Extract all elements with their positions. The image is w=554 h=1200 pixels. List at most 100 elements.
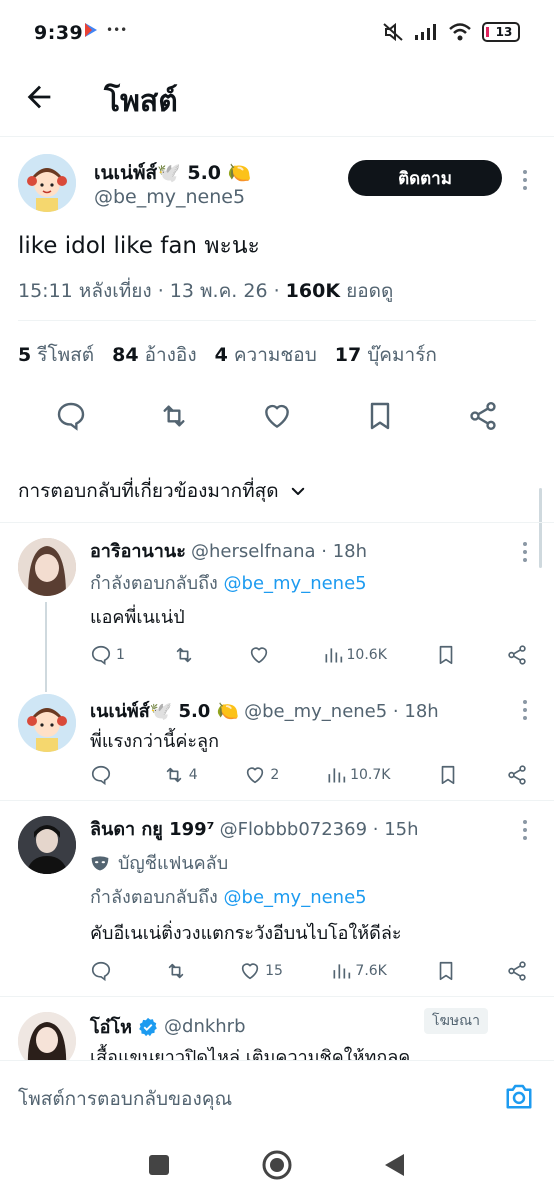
like-icon xyxy=(241,963,259,980)
replying-to: กำลังตอบกลับถึง @be_my_nene5 xyxy=(90,573,367,594)
reply-text: คับอีเนเน่ติ่งวงแตกระวังอีบนไบโอให้ดีล่ะ xyxy=(90,923,402,944)
reply-author-name[interactable]: เนเน่พ์ส์🕊️ 5.0 🍋 xyxy=(90,701,239,722)
avatar-photo-icon xyxy=(18,816,76,874)
reply-sort-label: การตอบกลับที่เกี่ยวข้องมากที่สุด xyxy=(18,480,279,502)
status-time: 9:39 xyxy=(34,22,84,44)
avatar-photo-icon xyxy=(18,538,76,596)
reply-repost-button[interactable]: 4 xyxy=(163,764,198,786)
views-icon xyxy=(325,648,342,663)
reply-icon[interactable] xyxy=(55,400,87,432)
bookmark-icon xyxy=(440,645,453,665)
reply-more-icon[interactable] xyxy=(522,542,528,562)
recent-apps-button[interactable] xyxy=(148,1154,170,1176)
reply-author-name[interactable]: โอ๋โห xyxy=(90,1012,132,1041)
bookmark-icon xyxy=(441,765,455,785)
avatar-cartoon-icon xyxy=(18,694,76,752)
home-button[interactable] xyxy=(261,1149,293,1181)
reply-avatar[interactable] xyxy=(18,538,76,596)
reply-author-handle[interactable]: @herselfnana · 18h xyxy=(191,541,367,562)
reply-like-button[interactable]: 2 xyxy=(244,764,279,786)
reply-reply-button[interactable]: 1 xyxy=(90,644,125,666)
reply-views[interactable]: 7.6K xyxy=(331,961,387,981)
reply-icon xyxy=(91,961,111,982)
home-circle-icon xyxy=(262,1150,292,1180)
author-name[interactable]: เนเน่พ์ส์🕊️ 5.0 🍋 xyxy=(94,158,251,188)
reply-repost-button[interactable] xyxy=(173,644,199,666)
meta-divider xyxy=(18,320,536,321)
repost-icon[interactable] xyxy=(158,400,190,432)
reply-views[interactable]: 10.6K xyxy=(323,645,387,665)
share-icon xyxy=(508,961,526,981)
reply-repost-button[interactable] xyxy=(165,960,191,982)
avatar-cartoon-icon xyxy=(18,154,76,212)
bookmark-icon xyxy=(440,961,453,981)
scrollbar[interactable] xyxy=(539,488,542,568)
camera-icon xyxy=(506,1084,532,1109)
stat-bookmarks[interactable]: 17 บุ๊คมาร์ก xyxy=(335,340,437,370)
like-icon xyxy=(247,767,264,784)
filter-divider xyxy=(0,522,554,523)
reply-header: โอ๋โห @dnkhrb xyxy=(90,1012,246,1041)
reply-reply-button[interactable] xyxy=(90,960,116,982)
back-arrow-icon xyxy=(27,85,51,109)
verified-badge-icon xyxy=(139,1017,157,1036)
like-icon xyxy=(250,647,268,664)
replying-to-link[interactable]: @be_my_nene5 xyxy=(224,887,367,908)
post-more-icon[interactable] xyxy=(522,170,528,190)
mute-icon xyxy=(383,22,403,42)
post-views-count: 160K xyxy=(285,280,341,302)
battery-icon: 13 xyxy=(482,22,520,42)
post-time: 15:11 หลังเที่ยง · 13 พ.ค. 26 · xyxy=(18,280,286,302)
reply-views[interactable]: 10.7K xyxy=(326,765,390,785)
views-icon xyxy=(328,768,346,783)
status-system-icons: 13 xyxy=(382,22,520,42)
back-nav-button[interactable] xyxy=(382,1152,406,1178)
reply-like-button[interactable]: 15 xyxy=(239,960,283,982)
reply-more-icon[interactable] xyxy=(522,700,528,720)
reply-bookmark-button[interactable] xyxy=(435,960,457,982)
reply-input[interactable]: โพสต์การตอบกลับของคุณ xyxy=(18,1084,232,1114)
thread-line xyxy=(45,602,47,692)
reply-reply-button[interactable] xyxy=(90,764,116,786)
square-icon xyxy=(149,1155,169,1175)
replying-to-link[interactable]: @be_my_nene5 xyxy=(224,573,367,594)
reply-divider xyxy=(0,996,554,997)
reply-avatar[interactable] xyxy=(18,694,76,752)
bookmark-icon[interactable] xyxy=(364,400,396,432)
reply-author-handle[interactable]: @be_my_nene5 · 18h xyxy=(244,701,439,722)
chevron-down-icon xyxy=(291,487,304,495)
stat-reposts[interactable]: 5 รีโพสต์ xyxy=(18,340,94,370)
reply-share-button[interactable] xyxy=(506,764,528,786)
reply-author-handle[interactable]: @Flobbb072369 · 15h xyxy=(220,819,419,840)
reply-author-name[interactable]: อาริอานานะ xyxy=(90,541,186,562)
like-icon[interactable] xyxy=(261,400,293,432)
post-action-bar xyxy=(0,400,554,432)
reply-bookmark-button[interactable] xyxy=(435,644,457,666)
views-icon xyxy=(333,964,351,979)
reply-bookmark-button[interactable] xyxy=(437,764,459,786)
reply-author-handle[interactable]: @dnkhrb xyxy=(164,1016,246,1037)
author-avatar[interactable] xyxy=(18,154,76,212)
play-store-icon xyxy=(85,23,97,37)
reply-share-button[interactable] xyxy=(506,960,528,982)
reply-more-icon[interactable] xyxy=(522,820,528,840)
stat-likes[interactable]: 4 ความชอบ xyxy=(215,340,317,370)
author-handle[interactable]: @be_my_nene5 xyxy=(94,186,245,208)
camera-button[interactable] xyxy=(504,1082,534,1110)
reply-action-bar: 15 7.6K xyxy=(90,960,528,982)
back-button[interactable] xyxy=(22,80,56,114)
share-icon[interactable] xyxy=(467,400,499,432)
follow-button[interactable]: ติดตาม xyxy=(348,160,502,196)
reply-action-bar: 1 10.6K xyxy=(90,644,528,666)
stat-quotes[interactable]: 84 อ้างอิง xyxy=(112,340,197,370)
reply-text: พี่แรงกว่านี้ค่ะลูก xyxy=(90,731,219,752)
reply-like-button[interactable] xyxy=(248,644,274,666)
reply-header: เนเน่พ์ส์🕊️ 5.0 🍋 @be_my_nene5 · 18h xyxy=(90,696,439,725)
reply-avatar[interactable] xyxy=(18,816,76,874)
reply-sort-dropdown[interactable]: การตอบกลับที่เกี่ยวข้องมากที่สุด xyxy=(18,476,307,506)
status-more-dots: ••• xyxy=(106,23,128,37)
reply-share-button[interactable] xyxy=(506,644,528,666)
reply-author-name[interactable]: ลินดา กยู 199⁷ xyxy=(90,819,215,840)
reply-icon xyxy=(91,645,111,666)
ad-badge: โฆษณา xyxy=(424,1008,488,1034)
